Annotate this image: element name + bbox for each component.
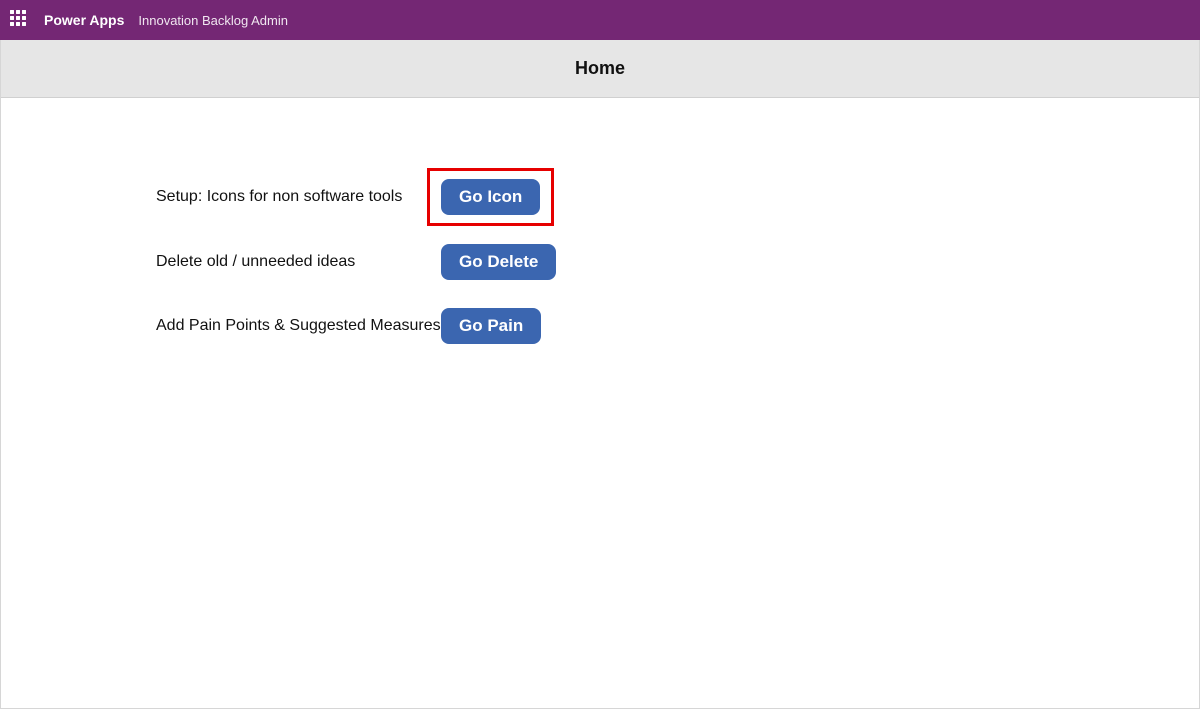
home-content: Setup: Icons for non software tools Go I…	[1, 98, 1199, 344]
page-title: Home	[575, 58, 625, 79]
app-frame: Home Setup: Icons for non software tools…	[0, 40, 1200, 709]
suite-header: Power Apps Innovation Backlog Admin	[0, 0, 1200, 40]
row-delete-ideas: Delete old / unneeded ideas Go Delete	[156, 244, 1199, 280]
go-pain-button[interactable]: Go Pain	[441, 308, 541, 344]
go-delete-button[interactable]: Go Delete	[441, 244, 556, 280]
page-header: Home	[1, 40, 1199, 98]
label-pain-points: Add Pain Points & Suggested Measures	[156, 317, 441, 335]
app-launcher-icon[interactable]	[10, 10, 30, 30]
label-delete-ideas: Delete old / unneeded ideas	[156, 253, 441, 271]
product-name: Power Apps	[44, 12, 124, 28]
go-icon-button[interactable]: Go Icon	[441, 179, 540, 215]
label-setup-icons: Setup: Icons for non software tools	[156, 188, 441, 206]
highlight-annotation: Go Icon	[427, 168, 554, 226]
app-name: Innovation Backlog Admin	[138, 13, 288, 28]
row-setup-icons: Setup: Icons for non software tools Go I…	[156, 168, 1199, 226]
row-pain-points: Add Pain Points & Suggested Measures Go …	[156, 308, 1199, 344]
